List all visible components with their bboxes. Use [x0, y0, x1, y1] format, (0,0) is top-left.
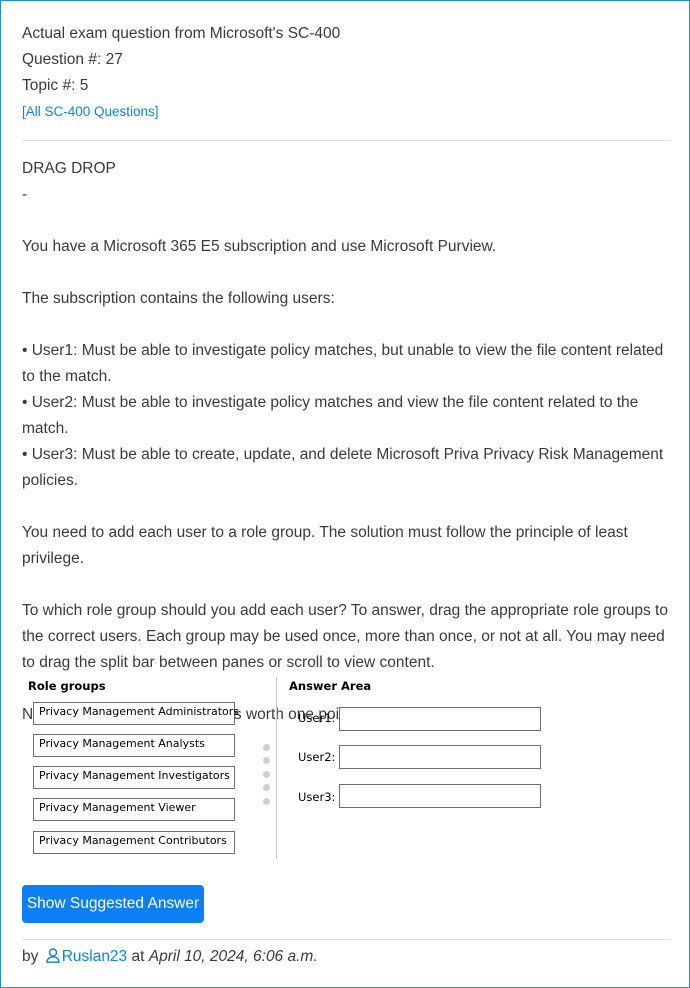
split-bar-handle-dot[interactable] [263, 757, 270, 764]
user1-requirement: • User1: Must be able to investigate pol… [22, 342, 664, 385]
user1-drop-target[interactable] [339, 707, 541, 731]
drag-drop-area: Role groups Privacy Management Administr… [22, 673, 672, 863]
question-body: DRAG DROP - You have a Microsoft 365 E5 … [22, 156, 672, 728]
user3-label: User3: [298, 790, 336, 804]
divider-bottom [22, 939, 670, 940]
split-bar-handle-dot[interactable] [263, 784, 270, 791]
post-date: April 10, 2024, 6:06 a.m. [148, 948, 318, 965]
question-paragraph-3: You need to add each user to a role grou… [22, 524, 628, 567]
split-bar[interactable] [276, 677, 277, 859]
role-group-item[interactable]: Privacy Management Administrators [33, 702, 239, 725]
question-paragraph-1: You have a Microsoft 365 E5 subscription… [22, 238, 497, 255]
user-icon [43, 948, 62, 965]
all-questions-link[interactable]: [All SC-400 Questions] [22, 99, 340, 125]
answer-area-title: Answer Area [289, 679, 372, 693]
topic-number: Topic #: 5 [22, 77, 89, 94]
role-group-item[interactable]: Privacy Management Analysts [33, 734, 235, 757]
role-group-item[interactable]: Privacy Management Contributors [33, 831, 235, 854]
question-paragraph-4: To which role group should you add each … [22, 602, 668, 671]
question-dash: - [22, 186, 28, 203]
user2-drop-target[interactable] [339, 745, 541, 769]
author-username[interactable]: Ruslan23 [62, 948, 128, 965]
show-suggested-answer-button[interactable]: Show Suggested Answer [22, 885, 204, 923]
exam-title: Actual exam question from Microsoft's SC… [22, 25, 341, 42]
question-footer: by Ruslan23 at April 10, 2024, 6:06 a.m. [22, 945, 318, 969]
split-bar-handle-dot[interactable] [263, 798, 270, 805]
question-paragraph-2: The subscription contains the following … [22, 290, 335, 307]
divider-top [22, 140, 670, 141]
footer-at: at [131, 948, 145, 965]
question-header: Actual exam question from Microsoft's SC… [22, 21, 340, 125]
question-type: DRAG DROP [22, 160, 116, 177]
user3-drop-target[interactable] [339, 784, 541, 808]
split-bar-handle-dot[interactable] [263, 771, 270, 778]
role-group-item[interactable]: Privacy Management Investigators [33, 766, 235, 789]
question-number: Question #: 27 [22, 51, 123, 68]
user2-label: User2: [298, 750, 336, 764]
user1-label: User1: [298, 711, 336, 725]
question-card: Actual exam question from Microsoft's SC… [0, 0, 690, 988]
footer-by: by [22, 948, 39, 965]
split-bar-handle-dot[interactable] [263, 744, 270, 751]
user3-requirement: • User3: Must be able to create, update,… [22, 446, 664, 489]
role-groups-title: Role groups [28, 679, 106, 693]
role-group-item[interactable]: Privacy Management Viewer [33, 798, 235, 821]
user2-requirement: • User2: Must be able to investigate pol… [22, 394, 639, 437]
